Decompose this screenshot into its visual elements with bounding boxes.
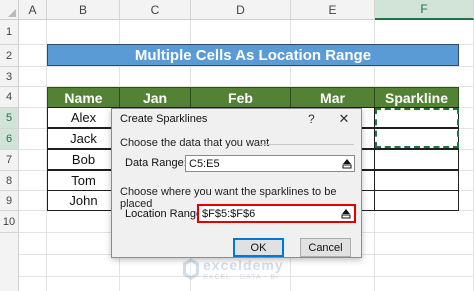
dialog-title: Create Sparklines <box>120 113 208 125</box>
sparkline-cell[interactable] <box>374 170 459 191</box>
header-jan[interactable]: Jan <box>119 87 191 108</box>
collapse-dialog-icon[interactable] <box>339 156 354 171</box>
column-header-d[interactable]: D <box>191 0 291 20</box>
header-sparkline[interactable]: Sparkline <box>374 87 459 108</box>
watermark-name: exceldemy <box>203 257 284 273</box>
name-cell[interactable]: John <box>47 190 120 211</box>
collapse-dialog-icon[interactable] <box>338 206 353 221</box>
column-header-c[interactable]: C <box>120 0 191 20</box>
data-range-label: Data Range: <box>125 157 187 169</box>
header-mar[interactable]: Mar <box>290 87 375 108</box>
sparkline-cell[interactable] <box>374 149 459 170</box>
row-header-7[interactable]: 7 <box>0 150 19 171</box>
row-header-3[interactable]: 3 <box>0 67 19 87</box>
row-header-blank <box>0 233 19 291</box>
select-all-corner[interactable] <box>0 0 19 20</box>
location-range-input[interactable]: $F$5:$F$6 <box>197 204 356 223</box>
row-header-8[interactable]: 8 <box>0 171 19 191</box>
sheet-title[interactable]: Multiple Cells As Location Range <box>47 44 459 66</box>
name-cell[interactable]: Tom <box>47 170 120 191</box>
name-cell[interactable]: Jack <box>47 128 120 149</box>
exceldemy-logo-icon <box>183 258 199 280</box>
create-sparklines-dialog: Create Sparklines ? ✕ Choose the data th… <box>111 108 362 258</box>
row-header-9[interactable]: 9 <box>0 191 19 211</box>
section-divider <box>260 144 354 145</box>
location-range-label: Location Range: <box>125 208 206 220</box>
sparkline-cell[interactable] <box>374 190 459 211</box>
row-header-1[interactable]: 1 <box>0 20 19 45</box>
column-header-a[interactable]: A <box>19 0 47 20</box>
row-header-2[interactable]: 2 <box>0 45 19 67</box>
data-section-label: Choose the data that you want <box>120 137 270 149</box>
close-icon[interactable]: ✕ <box>334 111 354 127</box>
help-icon[interactable]: ? <box>308 112 315 126</box>
exceldemy-watermark: exceldemy EXCEL · DATA · BI <box>183 255 323 285</box>
header-name[interactable]: Name <box>47 87 120 108</box>
data-range-input[interactable]: C5:E5 <box>185 155 355 172</box>
header-feb[interactable]: Feb <box>190 87 291 108</box>
row-header-6[interactable]: 6 <box>0 129 19 150</box>
column-header-b[interactable]: B <box>47 0 120 20</box>
row-header-4[interactable]: 4 <box>0 87 19 108</box>
column-header-f[interactable]: F <box>375 0 474 20</box>
column-header-e[interactable]: E <box>291 0 375 20</box>
watermark-tagline: EXCEL · DATA · BI <box>203 274 279 281</box>
row-header-10[interactable]: 10 <box>0 211 19 233</box>
name-cell[interactable]: Bob <box>47 149 120 170</box>
gridline <box>19 66 474 67</box>
row-header-5[interactable]: 5 <box>0 108 19 129</box>
name-cell[interactable]: Alex <box>47 107 120 128</box>
selection-marquee <box>375 108 459 148</box>
